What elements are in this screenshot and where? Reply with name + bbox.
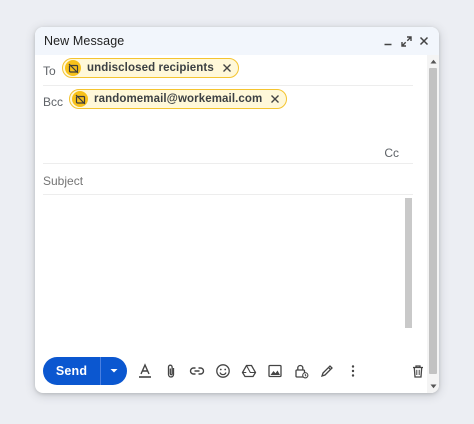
scroll-down-button[interactable] (427, 381, 439, 391)
format-text-icon (139, 363, 151, 378)
send-options-button[interactable] (101, 357, 127, 385)
photo-icon (268, 364, 282, 378)
insert-photo-button[interactable] (266, 362, 284, 380)
bcc-row[interactable]: Bcc randomemail@workemail.com (43, 86, 413, 116)
pop-out-icon (400, 35, 412, 47)
confidential-lock-icon (295, 364, 309, 379)
scroll-thumb[interactable] (429, 68, 437, 374)
insert-signature-button[interactable] (318, 362, 336, 380)
compose-toolbar: Send (43, 356, 427, 386)
compose-window: New Message To undisclosed recipients Bc… (35, 27, 439, 393)
remove-recipient-button[interactable] (222, 63, 232, 73)
divider (43, 163, 413, 164)
bcc-label: Bcc (43, 95, 64, 109)
window-controls (381, 32, 431, 50)
insert-link-button[interactable] (188, 362, 206, 380)
message-body[interactable] (43, 198, 405, 328)
remove-recipient-button[interactable] (270, 94, 280, 104)
caret-down-icon (430, 384, 436, 388)
discard-draft-button[interactable] (409, 362, 427, 380)
minimize-icon (384, 43, 392, 46)
to-row[interactable]: To undisclosed recipients (43, 55, 413, 86)
caret-down-icon (110, 369, 118, 373)
more-vert-icon (351, 365, 355, 377)
emoji-icon (216, 364, 230, 378)
close-icon (222, 64, 231, 72)
to-label: To (43, 64, 56, 78)
no-photo-icon (72, 91, 88, 107)
attach-icon (167, 364, 175, 378)
trash-icon (413, 365, 423, 378)
close-icon (271, 95, 280, 103)
subject-input[interactable] (43, 168, 413, 195)
compose-body: To undisclosed recipients Bcc randomemai… (35, 55, 427, 393)
compose-scrollbar[interactable] (427, 55, 439, 393)
caret-up-icon (430, 59, 436, 63)
attach-button[interactable] (162, 362, 180, 380)
signature-pen-icon (320, 365, 333, 378)
recipient-chip-to[interactable]: undisclosed recipients (62, 58, 239, 78)
recipient-chip-label: undisclosed recipients (87, 62, 214, 74)
send-button[interactable]: Send (43, 357, 100, 385)
close-window-button[interactable] (417, 32, 431, 50)
send-button-group: Send (43, 357, 127, 385)
drive-icon (241, 364, 257, 378)
confidential-mode-button[interactable] (292, 362, 310, 380)
insert-drive-button[interactable] (240, 362, 258, 380)
compose-titlebar[interactable]: New Message (35, 27, 439, 55)
body-scrollbar[interactable] (405, 198, 412, 328)
cc-link[interactable]: Cc (384, 146, 399, 160)
recipient-chip-label: randomemail@workemail.com (94, 93, 263, 105)
pop-out-button[interactable] (399, 32, 413, 50)
compose-title: New Message (44, 34, 125, 48)
scroll-up-button[interactable] (427, 56, 439, 66)
recipient-chip-bcc[interactable]: randomemail@workemail.com (69, 89, 288, 109)
no-photo-icon (65, 60, 81, 76)
emoji-button[interactable] (214, 362, 232, 380)
formatting-button[interactable] (136, 362, 154, 380)
minimize-button[interactable] (381, 32, 395, 50)
close-icon (419, 36, 429, 46)
more-options-button[interactable] (344, 362, 362, 380)
link-icon (189, 367, 205, 375)
